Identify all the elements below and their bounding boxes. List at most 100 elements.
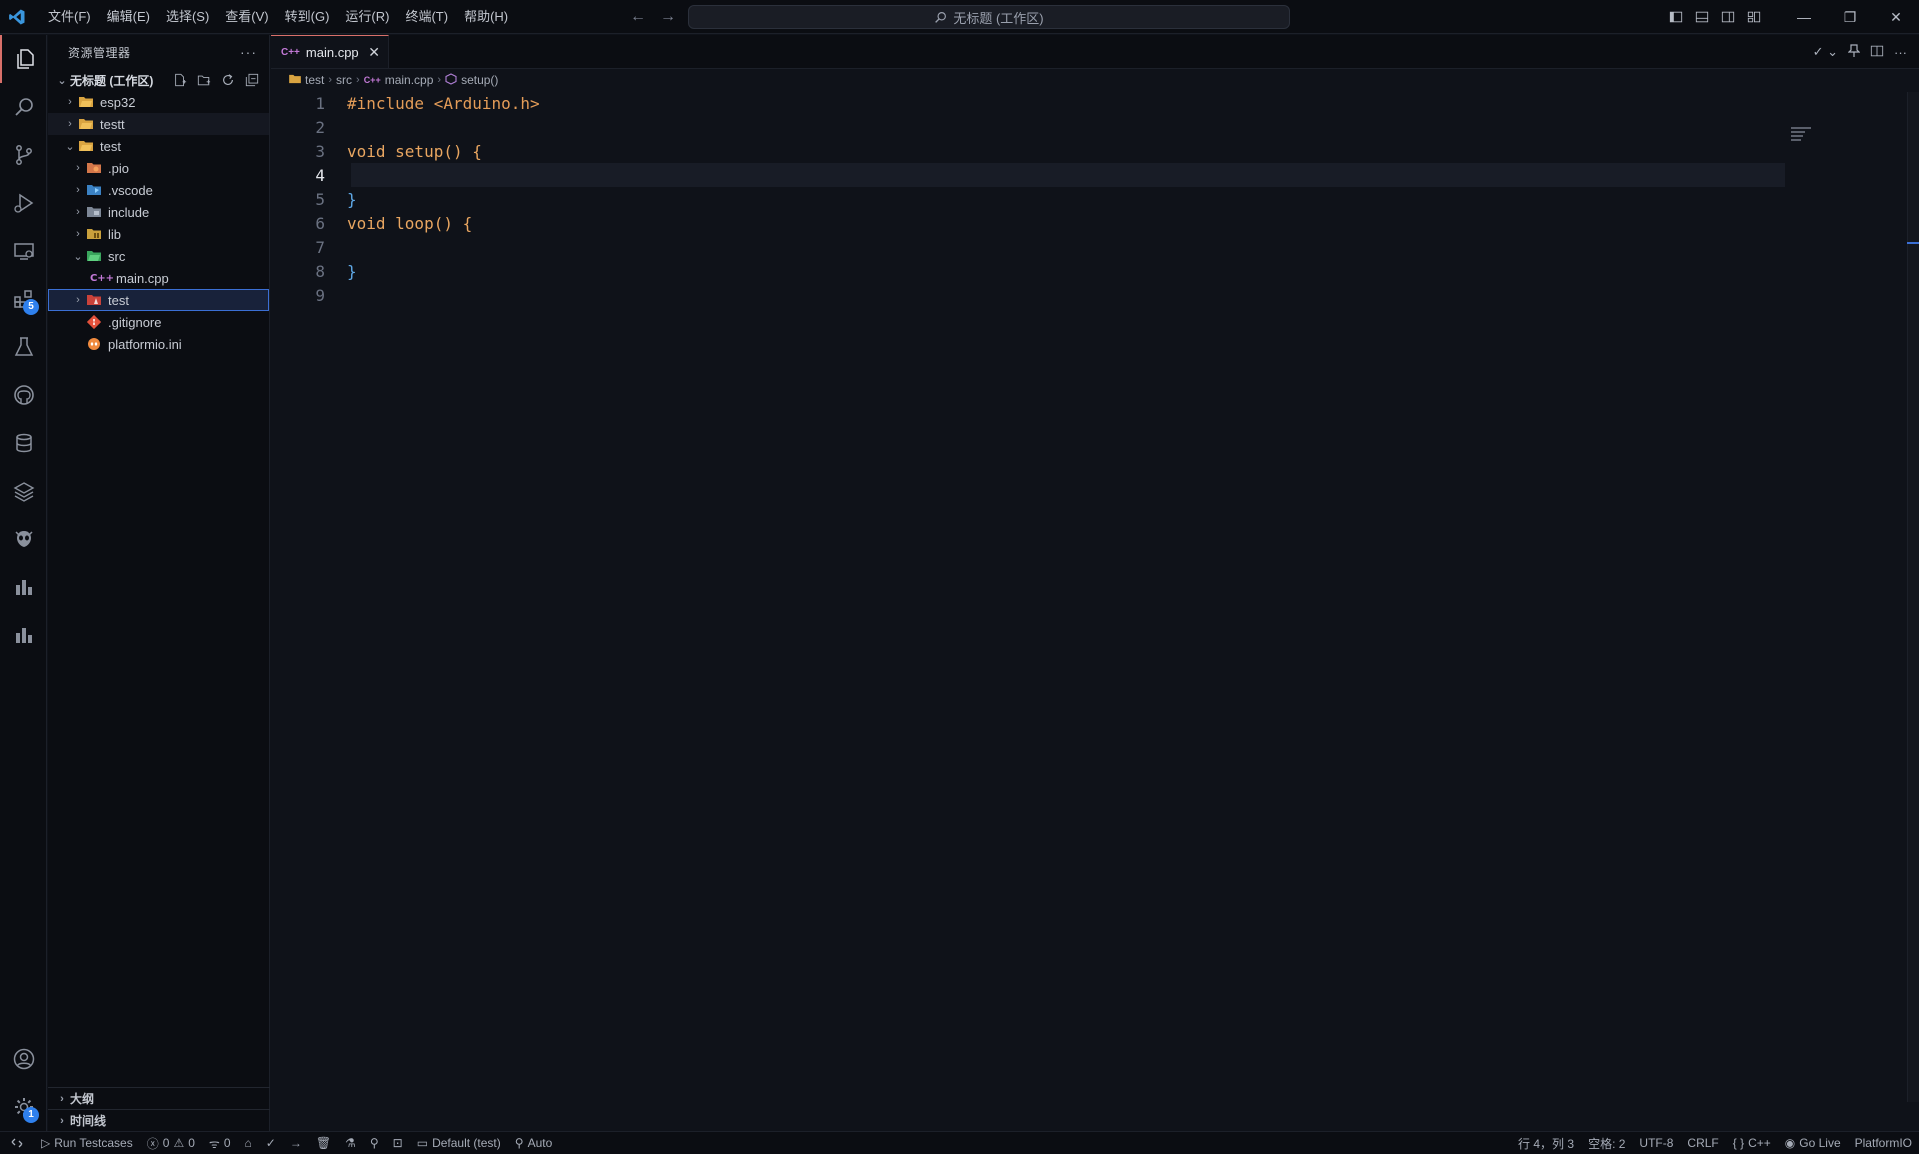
minimize-icon[interactable]: —	[1781, 0, 1827, 34]
chart-icon[interactable]	[0, 563, 47, 611]
forward-arrow-icon[interactable]: →	[658, 8, 678, 26]
menu-file[interactable]: 文件(F)	[40, 0, 99, 34]
chevron-right-icon: ›	[60, 1114, 64, 1127]
new-folder-icon[interactable]	[195, 71, 213, 89]
pio-port-selector[interactable]: ⚲ Auto	[508, 1132, 559, 1154]
more-actions-icon[interactable]: ···	[240, 44, 257, 60]
pio-home-icon[interactable]: ⌂	[238, 1132, 259, 1154]
menu-terminal[interactable]: 终端(T)	[397, 0, 456, 34]
minimap[interactable]	[1791, 127, 1813, 141]
folder-icon	[78, 116, 94, 132]
code-line: 5 }	[315, 189, 357, 209]
close-icon[interactable]: ✕	[368, 44, 380, 61]
pio-upload-icon[interactable]: →	[283, 1132, 309, 1154]
source-control-icon[interactable]	[0, 131, 47, 179]
encoding[interactable]: UTF-8	[1632, 1132, 1680, 1154]
menu-go[interactable]: 转到(G)	[277, 0, 338, 34]
vertical-scrollbar[interactable]	[1907, 92, 1919, 1102]
command-center[interactable]: 无标题 (工作区)	[688, 5, 1290, 29]
remote-indicator-icon[interactable]	[0, 1131, 34, 1154]
code-editor[interactable]: 1 #include <Arduino.h> 2 3 void setup() …	[271, 91, 1919, 307]
breadcrumb-src[interactable]: src	[336, 73, 352, 87]
problems-indicator[interactable]: ⓧ 0 ⚠ 0	[140, 1132, 202, 1154]
layers-icon[interactable]	[0, 467, 47, 515]
extensions-icon[interactable]: 5	[0, 275, 47, 323]
menu-run[interactable]: 运行(R)	[337, 0, 397, 34]
chevron-right-icon: ›	[60, 1092, 64, 1105]
menu-edit[interactable]: 编辑(E)	[99, 0, 158, 34]
pio-test-icon[interactable]: ⚗	[338, 1132, 363, 1154]
account-icon[interactable]	[0, 1035, 47, 1083]
scroll-position-marker	[1907, 242, 1919, 244]
tree-item-platformio-ini[interactable]: platformio.ini	[48, 333, 269, 355]
tree-item-gitignore[interactable]: .gitignore	[48, 311, 269, 333]
settings-gear-icon[interactable]: 1	[0, 1083, 47, 1131]
outline-section[interactable]: › 大纲	[48, 1087, 270, 1109]
refresh-icon[interactable]	[219, 71, 237, 89]
error-icon: ⓧ	[146, 1136, 159, 1151]
chart-icon-2[interactable]	[0, 611, 47, 659]
extensions-badge: 5	[23, 299, 39, 315]
pio-build-icon[interactable]: ✓	[259, 1132, 283, 1154]
menu-selection[interactable]: 选择(S)	[158, 0, 217, 34]
platformio-alien-icon[interactable]	[0, 515, 47, 563]
platformio-icon	[86, 336, 102, 352]
breadcrumb-setup[interactable]: setup()	[461, 73, 498, 87]
antenna-icon: ᯤ	[208, 1136, 220, 1151]
tab-main-cpp[interactable]: C++ main.cpp ✕	[271, 35, 389, 68]
workspace-header[interactable]: ⌄ 无标题 (工作区)	[48, 69, 269, 91]
run-debug-icon[interactable]	[0, 179, 47, 227]
timeline-section[interactable]: › 时间线	[48, 1109, 270, 1131]
folder-icon	[289, 73, 301, 87]
ports-indicator[interactable]: ᯤ0	[202, 1132, 238, 1154]
end-of-line[interactable]: CRLF	[1680, 1132, 1725, 1154]
code-line: 3 void setup() {	[315, 141, 482, 161]
split-editor-icon[interactable]	[1870, 44, 1884, 61]
breadcrumb-test[interactable]: test	[305, 73, 324, 87]
database-icon[interactable]	[0, 419, 47, 467]
tree-item-lib[interactable]: › lib	[48, 223, 269, 245]
tree-item-main-cpp[interactable]: C++ main.cpp	[48, 267, 269, 289]
cursor-position[interactable]: 行 4，列 3	[1511, 1132, 1581, 1154]
explorer-icon[interactable]	[0, 35, 47, 83]
tree-item-include[interactable]: › include	[48, 201, 269, 223]
check-dropdown-icon[interactable]: ✓ ⌄	[1813, 44, 1838, 60]
tree-item-vscode[interactable]: › .vscode	[48, 179, 269, 201]
new-file-icon[interactable]	[171, 71, 189, 89]
toggle-secondary-sidebar-icon[interactable]	[1715, 0, 1741, 34]
tree-item-src[interactable]: ⌄ src	[48, 245, 269, 267]
more-actions-icon[interactable]: ···	[1894, 45, 1907, 60]
search-icon[interactable]	[0, 83, 47, 131]
platformio-status[interactable]: PlatformIO	[1848, 1132, 1919, 1154]
command-center-label: 无标题 (工作区)	[953, 10, 1044, 26]
go-live-button[interactable]: ◉ Go Live	[1778, 1132, 1848, 1154]
language-mode[interactable]: { } C++	[1726, 1132, 1778, 1154]
pio-env-selector[interactable]: ▭ Default (test)	[410, 1132, 508, 1154]
restore-icon[interactable]: ❐	[1827, 0, 1873, 34]
breadcrumb-main-cpp[interactable]: main.cpp	[385, 73, 434, 87]
tree-item-pio[interactable]: › .pio	[48, 157, 269, 179]
menu-view[interactable]: 查看(V)	[217, 0, 276, 34]
close-window-icon[interactable]: ✕	[1873, 0, 1919, 34]
menu-help[interactable]: 帮助(H)	[456, 0, 516, 34]
collapse-all-icon[interactable]	[243, 71, 261, 89]
back-arrow-icon[interactable]: ←	[628, 8, 648, 26]
tree-item-test[interactable]: › test	[48, 289, 269, 311]
folder-icon	[78, 94, 94, 110]
toggle-primary-sidebar-icon[interactable]	[1663, 0, 1689, 34]
indentation[interactable]: 空格: 2	[1581, 1132, 1632, 1154]
run-testcases-button[interactable]: ▷ Run Testcases	[34, 1132, 140, 1154]
pin-icon[interactable]	[1847, 43, 1861, 61]
toggle-panel-icon[interactable]	[1689, 0, 1715, 34]
testing-icon[interactable]	[0, 323, 47, 371]
pio-serial-monitor-icon[interactable]: ⚲	[363, 1132, 386, 1154]
tree-item-test-root[interactable]: ⌄ test	[48, 135, 269, 157]
pio-terminal-icon[interactable]: ⊡	[386, 1132, 410, 1154]
tree-item-testt[interactable]: › testt	[48, 113, 269, 135]
tree-item-esp32[interactable]: › esp32	[48, 91, 269, 113]
customize-layout-icon[interactable]	[1741, 0, 1767, 34]
pio-clean-icon[interactable]: 🗑	[309, 1132, 338, 1154]
github-icon[interactable]	[0, 371, 47, 419]
remote-explorer-icon[interactable]	[0, 227, 47, 275]
git-icon	[86, 314, 102, 330]
